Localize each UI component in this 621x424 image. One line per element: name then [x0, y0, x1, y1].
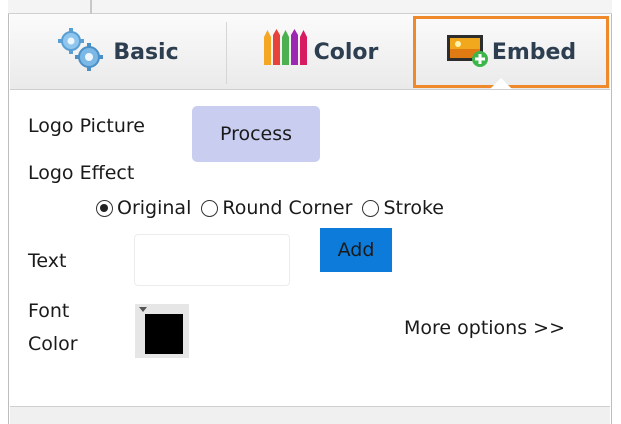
more-options-link[interactable]: More options >>: [404, 317, 565, 339]
tab-color-label: Color: [313, 39, 379, 65]
top-divider: [90, 0, 92, 14]
font-color-swatch: [145, 314, 183, 354]
radio-round-corner-label: Round Corner: [222, 197, 353, 219]
logo-effect-label: Logo Effect: [28, 162, 135, 184]
font-color-picker[interactable]: [135, 304, 189, 358]
font-color-label-line2: Color: [28, 333, 78, 355]
crayons-icon: [262, 29, 308, 75]
radio-stroke-label: Stroke: [383, 197, 444, 219]
active-tab-pointer: [490, 78, 512, 89]
radio-round-corner[interactable]: Round Corner: [201, 197, 352, 219]
tab-embed-label: Embed: [491, 39, 577, 65]
radio-original-indicator: [96, 199, 113, 217]
process-button[interactable]: Process: [192, 106, 320, 162]
text-input[interactable]: [134, 234, 290, 286]
logo-effect-radio-group: Original Round Corner Stroke: [96, 197, 454, 219]
gear-icon: [57, 27, 107, 77]
tab-color[interactable]: Color: [228, 14, 412, 90]
add-button[interactable]: Add: [320, 228, 392, 272]
embed-image-icon: [446, 29, 492, 75]
text-label: Text: [28, 250, 67, 272]
font-color-label-line1: Font: [28, 300, 70, 322]
radio-stroke-indicator: [362, 199, 380, 217]
top-strip: [8, 0, 612, 14]
dropdown-arrow-icon: [139, 307, 147, 312]
radio-round-corner-indicator: [201, 199, 219, 217]
radio-original[interactable]: Original: [96, 197, 191, 219]
tab-basic-label: Basic: [113, 39, 179, 65]
radio-stroke[interactable]: Stroke: [362, 197, 444, 219]
bottom-bar: [10, 406, 610, 424]
radio-original-label: Original: [117, 197, 192, 219]
tab-basic[interactable]: Basic: [12, 14, 224, 90]
logo-picture-label: Logo Picture: [28, 115, 145, 137]
tab-separator: [226, 22, 227, 84]
